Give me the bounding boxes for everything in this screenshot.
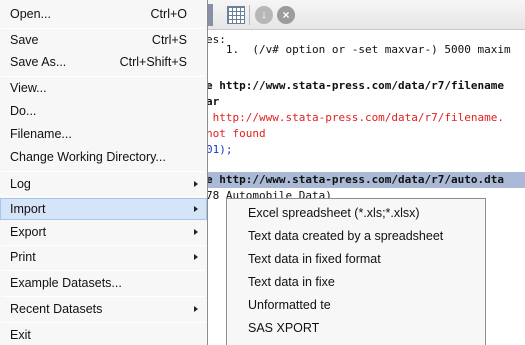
menu-item-save[interactable]: Save Ctrl+S xyxy=(0,29,207,51)
menu-item-log[interactable]: Log xyxy=(0,173,207,195)
menu-item-label: View... xyxy=(10,81,47,95)
file-menu: Open... Ctrl+O Save Ctrl+S Save As... Ct… xyxy=(0,0,208,345)
menu-item-import[interactable]: Import xyxy=(0,198,207,220)
menu-item-label: Export xyxy=(10,225,47,239)
import-submenu: Excel spreadsheet (*.xls;*.xlsx) Text da… xyxy=(226,198,486,345)
menu-item-label: Log xyxy=(10,177,31,191)
menu-item-recent-datasets[interactable]: Recent Datasets xyxy=(0,298,207,320)
results-error-line: not found xyxy=(206,127,266,140)
submenu-item-excel[interactable]: Excel spreadsheet (*.xls;*.xlsx) xyxy=(227,202,485,224)
submenu-item-text-spreadsheet[interactable]: Text data created by a spreadsheet xyxy=(227,225,485,247)
menu-item-change-working-directory[interactable]: Change Working Directory... xyxy=(0,146,207,168)
submenu-arrow-icon xyxy=(194,206,198,212)
menu-item-example-datasets[interactable]: Example Datasets... xyxy=(0,272,207,294)
submenu-item-text-fixed-format[interactable]: Text data in fixed format xyxy=(227,248,485,270)
results-error-line: http://www.stata-press.com/data/r7/filen… xyxy=(206,111,505,124)
submenu-arrow-icon xyxy=(194,229,198,235)
menu-item-label: Example Datasets... xyxy=(10,276,122,290)
menu-item-label: Print xyxy=(10,250,36,264)
go-down-icon[interactable]: ↓ xyxy=(255,6,273,24)
menu-item-shortcut: Ctrl+S xyxy=(151,33,187,47)
menu-item-label: Save xyxy=(10,33,39,47)
submenu-item-unformatted-text[interactable]: Unformatted te xyxy=(227,294,485,316)
menu-item-view[interactable]: View... xyxy=(0,77,207,99)
results-line: e http://www.stata-press.com/data/r7/fil… xyxy=(206,79,505,92)
menu-item-exit[interactable]: Exit xyxy=(0,324,207,345)
menu-item-do[interactable]: Do... xyxy=(0,100,207,122)
break-stop-icon[interactable]: × xyxy=(277,6,295,24)
menu-item-label: Import xyxy=(10,202,46,216)
submenu-item-sas-xport[interactable]: SAS XPORT xyxy=(227,317,485,339)
menu-item-open[interactable]: Open... Ctrl+O xyxy=(0,3,207,25)
menu-item-save-as[interactable]: Save As... Ctrl+Shift+S xyxy=(0,51,207,73)
results-code-line: 01); xyxy=(206,143,233,156)
data-editor-icon[interactable] xyxy=(227,6,245,24)
menu-item-label: Exit xyxy=(10,328,31,342)
results-selected-line[interactable]: e http://www.stata-press.com/data/r7/aut… xyxy=(206,172,525,188)
toolbar-separator xyxy=(249,5,250,25)
menu-item-filename[interactable]: Filename... xyxy=(0,123,207,145)
menu-separator xyxy=(2,171,205,172)
menu-item-shortcut: Ctrl+Shift+S xyxy=(119,55,187,69)
menu-separator xyxy=(2,296,205,297)
menu-item-label: Save As... xyxy=(10,55,67,69)
toolbar: ↓ × xyxy=(205,0,525,30)
submenu-item-text-fixed-dictionary[interactable]: Text data in fixe xyxy=(227,271,485,293)
menu-item-print[interactable]: Print xyxy=(0,246,207,268)
menu-item-export[interactable]: Export xyxy=(0,221,207,243)
menu-item-shortcut: Ctrl+O xyxy=(150,7,187,21)
results-line: 1. (/v# option or -set maxvar-) 5000 max… xyxy=(206,43,511,56)
submenu-arrow-icon xyxy=(194,181,198,187)
menu-separator xyxy=(2,270,205,271)
menu-separator xyxy=(2,196,205,197)
submenu-arrow-icon xyxy=(194,254,198,260)
menu-item-label: Do... xyxy=(10,104,37,118)
menu-item-label: Recent Datasets xyxy=(10,302,103,316)
menu-item-label: Change Working Directory... xyxy=(10,150,166,164)
menu-item-label: Filename... xyxy=(10,127,72,141)
submenu-arrow-icon xyxy=(194,306,198,312)
menu-item-label: Open... xyxy=(10,7,51,21)
menu-separator xyxy=(2,322,205,323)
